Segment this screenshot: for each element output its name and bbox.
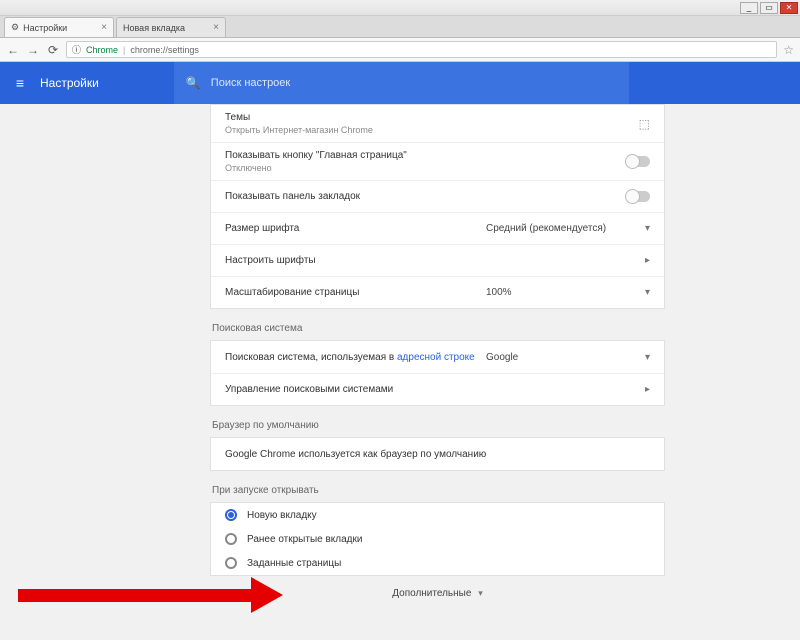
row-value: Google xyxy=(486,352,636,363)
url-host: Chrome xyxy=(86,45,118,55)
settings-search[interactable]: 🔍 Поиск настроек xyxy=(174,62,629,104)
row-search-engine[interactable]: Поисковая система, используемая в адресн… xyxy=(211,341,664,373)
chevron-down-icon: ▾ xyxy=(636,223,650,234)
annotation-arrow xyxy=(18,580,283,610)
search-placeholder: Поиск настроек xyxy=(211,77,290,89)
toggle-bookmarks-bar[interactable] xyxy=(626,191,650,202)
forward-button[interactable]: → xyxy=(26,43,40,57)
chevron-down-icon: ▾ xyxy=(636,287,650,298)
search-card: Поисковая система, используемая в адресн… xyxy=(210,340,665,406)
row-customize-fonts[interactable]: Настроить шрифты ▸ xyxy=(211,244,664,276)
radio-icon[interactable] xyxy=(225,509,237,521)
chevron-down-icon: ▾ xyxy=(636,352,650,363)
tab-strip: ⚙ Настройки × Новая вкладка × xyxy=(0,16,800,38)
default-browser-card: Google Chrome используется как браузер п… xyxy=(210,437,665,471)
row-page-zoom[interactable]: Масштабирование страницы 100% ▾ xyxy=(211,276,664,308)
appearance-card: Темы Открыть Интернет-магазин Chrome ⬚ П… xyxy=(210,104,665,309)
row-font-size[interactable]: Размер шрифта Средний (рекомендуется) ▾ xyxy=(211,212,664,244)
close-icon[interactable]: × xyxy=(213,22,219,33)
row-bookmarks-bar[interactable]: Показывать панель закладок xyxy=(211,180,664,212)
row-label: Показывать панель закладок xyxy=(225,191,626,202)
radio-label: Новую вкладку xyxy=(247,510,317,521)
page-title: Настройки xyxy=(40,76,99,90)
radio-label: Заданные страницы xyxy=(247,558,341,569)
chevron-down-icon: ▾ xyxy=(478,588,483,598)
section-search-engine: Поисковая система xyxy=(212,323,665,334)
bookmark-star-icon[interactable]: ☆ xyxy=(783,43,794,57)
radio-icon[interactable] xyxy=(225,533,237,545)
tab-newtab[interactable]: Новая вкладка × xyxy=(116,17,226,37)
window-maximize[interactable]: ▭ xyxy=(760,2,778,14)
row-default-browser: Google Chrome используется как браузер п… xyxy=(211,438,664,470)
radio-new-tab[interactable]: Новую вкладку xyxy=(211,503,664,527)
window-close[interactable]: ✕ xyxy=(780,2,798,14)
window-minimize[interactable]: _ xyxy=(740,2,758,14)
row-value: 100% xyxy=(486,287,636,298)
search-icon: 🔍 xyxy=(186,76,201,90)
close-icon[interactable]: × xyxy=(101,22,107,33)
menu-icon[interactable]: ≡ xyxy=(0,75,40,91)
row-label: Настроить шрифты xyxy=(225,255,636,266)
radio-label: Ранее открытые вкладки xyxy=(247,534,362,545)
reload-button[interactable]: ⟳ xyxy=(46,43,60,57)
url-path: chrome://settings xyxy=(130,45,199,55)
info-icon: ⓘ xyxy=(72,43,81,56)
row-label: Управление поисковыми системами xyxy=(225,384,636,395)
chevron-right-icon: ▸ xyxy=(636,255,650,266)
toggle-home-button[interactable] xyxy=(626,156,650,167)
advanced-label: Дополнительные xyxy=(392,588,471,599)
row-sublabel: Открыть Интернет-магазин Chrome xyxy=(225,125,639,135)
row-label: Google Chrome используется как браузер п… xyxy=(225,449,650,460)
row-label: Масштабирование страницы xyxy=(225,287,486,298)
row-home-button[interactable]: Показывать кнопку "Главная страница" Отк… xyxy=(211,142,664,180)
row-themes[interactable]: Темы Открыть Интернет-магазин Chrome ⬚ xyxy=(211,105,664,142)
chevron-right-icon: ▸ xyxy=(636,384,650,395)
tab-label: Настройки xyxy=(23,23,67,33)
gear-icon: ⚙ xyxy=(11,22,19,33)
row-value: Средний (рекомендуется) xyxy=(486,223,636,234)
address-bar[interactable]: ⓘ Chrome | chrome://settings xyxy=(66,41,777,58)
section-default-browser: Браузер по умолчанию xyxy=(212,420,665,431)
row-manage-search-engines[interactable]: Управление поисковыми системами ▸ xyxy=(211,373,664,405)
tab-label: Новая вкладка xyxy=(123,23,185,33)
url-sep: | xyxy=(123,45,125,55)
address-bar-link[interactable]: адресной строке xyxy=(397,352,475,363)
window-titlebar: _ ▭ ✕ xyxy=(0,0,800,16)
row-label: Размер шрифта xyxy=(225,223,486,234)
section-on-startup: При запуске открывать xyxy=(212,485,665,496)
startup-card: Новую вкладку Ранее открытые вкладки Зад… xyxy=(210,502,665,576)
toolbar: ← → ⟳ ⓘ Chrome | chrome://settings ☆ xyxy=(0,38,800,62)
back-button[interactable]: ← xyxy=(6,43,20,57)
tab-settings[interactable]: ⚙ Настройки × xyxy=(4,17,114,37)
row-sublabel: Отключено xyxy=(225,163,626,173)
radio-continue[interactable]: Ранее открытые вкладки xyxy=(211,527,664,551)
row-label: Темы xyxy=(225,112,639,123)
radio-icon[interactable] xyxy=(225,557,237,569)
row-label: Поисковая система, используемая в xyxy=(225,352,397,363)
radio-specific-pages[interactable]: Заданные страницы xyxy=(211,551,664,575)
row-label: Показывать кнопку "Главная страница" xyxy=(225,150,626,161)
external-link-icon: ⬚ xyxy=(639,117,650,131)
settings-content: Темы Открыть Интернет-магазин Chrome ⬚ П… xyxy=(0,104,800,640)
settings-header: ≡ Настройки 🔍 Поиск настроек xyxy=(0,62,800,104)
